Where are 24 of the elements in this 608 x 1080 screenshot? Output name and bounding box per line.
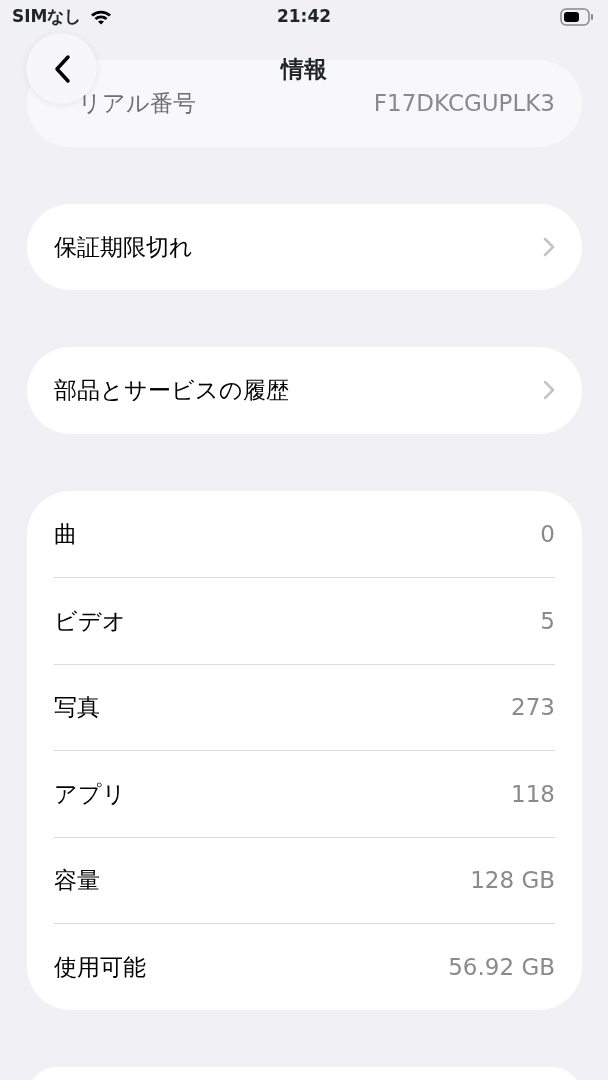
wifi-icon: [89, 9, 112, 25]
row-label: 曲: [54, 519, 77, 549]
chevron-left-icon: [52, 53, 71, 84]
row-label: 使用可能: [54, 952, 146, 982]
row-label: アプリ: [54, 779, 126, 809]
row-value: 5: [540, 606, 555, 636]
row-value: 56.92 GB: [448, 952, 555, 982]
row-value: F17DKCGUPLK3: [373, 89, 555, 118]
clock-time: 21:42: [276, 6, 332, 27]
chevron-right-icon: [543, 380, 555, 401]
row-value: 128 GB: [470, 866, 555, 895]
battery-icon: [560, 8, 594, 26]
row-value: 118: [511, 779, 555, 809]
row-value: 0: [540, 519, 555, 549]
row-label: ビデオ: [54, 606, 126, 636]
list-item[interactable]: 部品とサービスの履歴: [54, 347, 555, 434]
carrier-label: SIMなし: [12, 5, 82, 29]
row-label: 写真: [54, 693, 100, 722]
chevron-right-icon: [543, 236, 555, 257]
list-item[interactable]: 保証期限切れ: [54, 203, 555, 290]
row-value: 273: [511, 693, 555, 722]
row-label: リアル番号: [78, 89, 196, 118]
page-title: 情報: [279, 55, 328, 84]
row-label: 容量: [54, 866, 100, 895]
